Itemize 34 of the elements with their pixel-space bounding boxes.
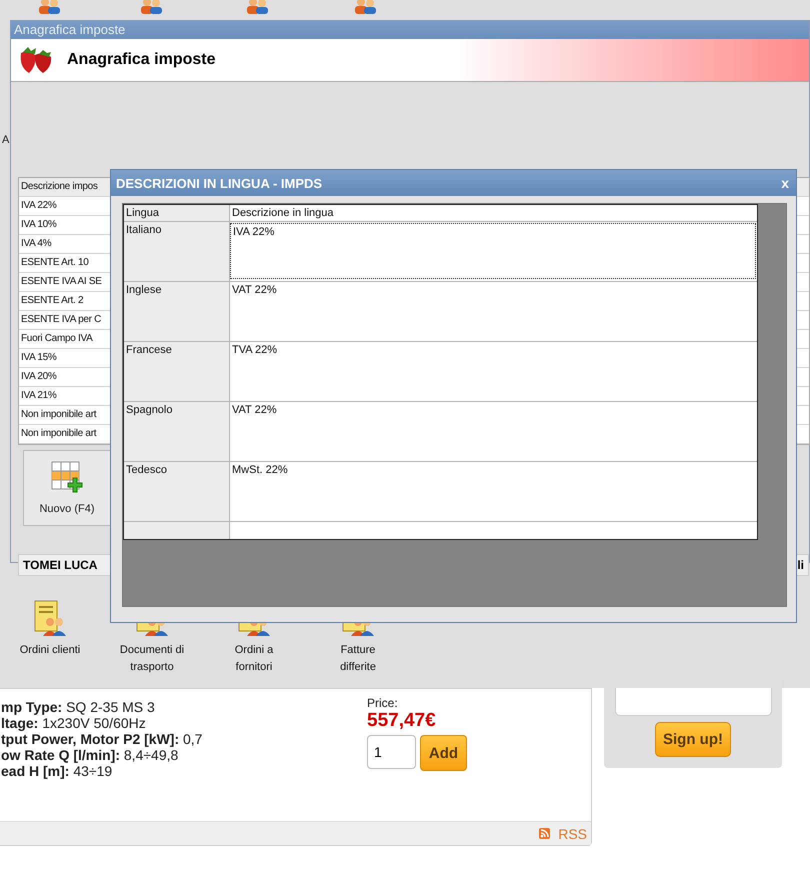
header-title: Anagrafica imposte	[67, 51, 216, 69]
dialog-title: DESCRIZIONI IN LINGUA - IMPDS	[116, 176, 322, 190]
price-label: Price:	[367, 696, 399, 710]
grid-add-icon	[51, 461, 83, 493]
people-icon[interactable]	[352, 0, 378, 14]
spec-line: ow Rate Q [l/min]: 8,4÷49,8	[1, 747, 180, 763]
language-cell[interactable]: Francese	[124, 342, 230, 401]
email-field[interactable]	[614, 688, 772, 716]
window-text: A	[2, 134, 10, 146]
language-cell[interactable]: Inglese	[124, 282, 230, 341]
add-button[interactable]: Add	[420, 735, 467, 771]
quantity-field[interactable]: 1	[367, 735, 416, 769]
status-text: li	[797, 558, 804, 572]
document-people-icon	[33, 600, 67, 636]
user-name: TOMEI LUCA	[23, 558, 98, 572]
signup-button[interactable]: Sign up!	[655, 722, 731, 757]
window-title: Anagrafica imposte	[11, 21, 809, 39]
language-cell[interactable]: Tedesco	[124, 462, 230, 521]
description-cell[interactable]: IVA 22%	[230, 223, 756, 279]
price-value: 557,47€	[367, 710, 437, 732]
spec-line: ltage: 1x230V 50/60Hz	[1, 715, 147, 731]
people-icon[interactable]	[36, 0, 62, 14]
language-cell[interactable]: Italiano	[124, 222, 230, 281]
spec-line: tput Power, Motor P2 [kW]: 0,7	[1, 731, 202, 747]
column-header: Descrizione in lingua	[230, 205, 757, 221]
rss-icon[interactable]	[539, 828, 550, 839]
people-icon[interactable]	[244, 0, 270, 14]
spec-line: ead H [m]: 43÷19	[1, 763, 114, 779]
people-icon[interactable]	[138, 0, 164, 14]
desktop-shortcut[interactable]: Ordini clienti	[16, 600, 84, 659]
new-button[interactable]: Nuovo (F4)	[23, 450, 111, 526]
column-header: Lingua	[124, 205, 230, 221]
language-cell[interactable]: Spagnolo	[124, 402, 230, 461]
spec-line: mp Type: SQ 2-35 MS 3	[1, 699, 156, 715]
